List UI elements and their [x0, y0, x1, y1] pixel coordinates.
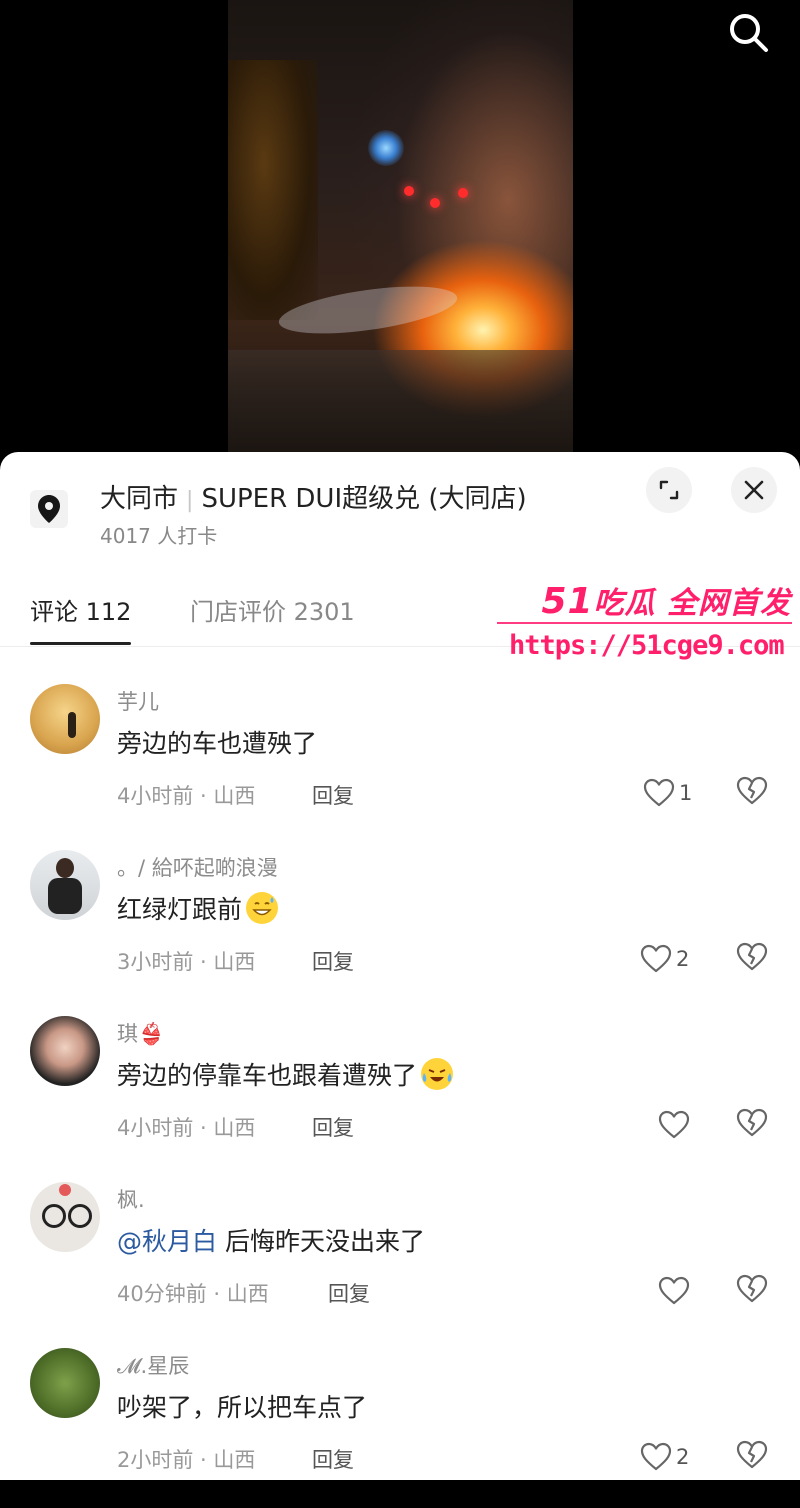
avatar[interactable] [30, 684, 100, 754]
watermark-line [497, 622, 792, 624]
comment-author[interactable]: 枫. [117, 1184, 145, 1214]
search-icon [730, 14, 768, 52]
dislike-button[interactable] [736, 1108, 768, 1140]
reply-button[interactable]: 回复 [312, 946, 354, 976]
like-count: 2 [676, 1445, 690, 1469]
reply-button[interactable]: 回复 [312, 1112, 354, 1142]
comment-author[interactable]: 琪👙 [117, 1018, 164, 1048]
comment-meta: 4小时前 · 山西 [117, 784, 256, 808]
video-trees [228, 60, 318, 320]
comment-text: 旁边的停靠车也跟着遭殃了 [117, 1056, 454, 1092]
heart-icon [658, 1276, 690, 1305]
video-traffic-light [430, 198, 440, 208]
expand-icon [659, 480, 679, 500]
comment-item: 枫. @秋月白 后悔昨天没出来了 40分钟前 · 山西 回复 [0, 1182, 800, 1342]
comment-text: 红绿灯跟前 [117, 890, 279, 926]
like-count: 1 [679, 781, 693, 805]
broken-heart-icon [736, 776, 768, 805]
close-button[interactable] [731, 467, 777, 513]
grin-sweat-emoji [246, 892, 279, 924]
avatar[interactable] [30, 1348, 100, 1418]
video-road [228, 350, 573, 460]
crying-laughing-emoji [421, 1058, 454, 1090]
comment-text: 吵架了，所以把车点了 [117, 1393, 368, 1422]
avatar[interactable] [30, 850, 100, 920]
avatar[interactable] [30, 1016, 100, 1086]
reply-button[interactable]: 回复 [312, 780, 354, 810]
broken-heart-icon [736, 1440, 768, 1469]
heart-icon [658, 1110, 690, 1139]
heart-icon [640, 1442, 672, 1471]
close-icon [744, 480, 764, 500]
comment-item: 𝓜.星辰 吵架了，所以把车点了 2小时前 · 山西 回复 2 [0, 1348, 800, 1508]
broken-heart-icon [736, 1274, 768, 1303]
dislike-button[interactable] [736, 1440, 768, 1472]
avatar[interactable] [30, 1182, 100, 1252]
comment-author[interactable]: 芋儿 [117, 686, 159, 716]
location-icon-box [30, 490, 68, 528]
comment-text: @秋月白 后悔昨天没出来了 [117, 1227, 426, 1256]
video-traffic-light [404, 186, 414, 196]
comment-meta: 4小时前 · 山西 [117, 1116, 256, 1140]
watermark-url: https://51cge9.com [509, 630, 785, 661]
comment-text: 旁边的车也遭殃了 [117, 729, 318, 758]
active-tab-indicator [30, 642, 131, 645]
video-traffic-light [458, 188, 468, 198]
comment-item: 芋儿 旁边的车也遭殃了 4小时前 · 山西 回复 1 [0, 684, 800, 844]
watermark-headline: 51吃瓜 全网首发 [541, 581, 791, 622]
broken-heart-icon [736, 942, 768, 971]
like-button[interactable]: 1 [643, 776, 692, 810]
heart-icon [640, 944, 672, 973]
like-button[interactable] [658, 1274, 690, 1308]
location-store: SUPER DUI超级兑 (大同店) [201, 484, 527, 514]
mention-link[interactable]: @秋月白 [117, 1227, 217, 1256]
tab-comments[interactable]: 评论 112 [30, 592, 131, 627]
like-button[interactable]: 2 [640, 942, 689, 976]
comment-meta: 3小时前 · 山西 [117, 950, 256, 974]
comment-author[interactable]: 。/ 給吥起啲浪漫 [117, 852, 278, 882]
expand-button[interactable] [646, 467, 692, 513]
title-separator: | [186, 488, 194, 513]
dislike-button[interactable] [736, 776, 768, 808]
video-frame [228, 0, 573, 460]
video-blue-light [368, 130, 404, 166]
like-count: 2 [676, 947, 690, 971]
checkin-count: 4017 人打卡 [100, 524, 218, 548]
tab-store-reviews[interactable]: 门店评价 2301 [190, 592, 355, 627]
search-button[interactable] [726, 10, 770, 54]
like-button[interactable] [658, 1108, 690, 1142]
comment-author[interactable]: 𝓜.星辰 [117, 1350, 189, 1380]
like-button[interactable]: 2 [640, 1440, 689, 1474]
video-player[interactable] [0, 0, 800, 470]
location-pin-icon [38, 495, 60, 523]
location-title[interactable]: 大同市 | SUPER DUI超级兑 (大同店) [100, 478, 527, 515]
comment-item: 。/ 給吥起啲浪漫 红绿灯跟前 3小时前 · 山西 回复 2 [0, 850, 800, 1010]
comment-meta: 2小时前 · 山西 [117, 1448, 256, 1472]
broken-heart-icon [736, 1108, 768, 1137]
dislike-button[interactable] [736, 942, 768, 974]
dislike-button[interactable] [736, 1274, 768, 1306]
heart-icon [643, 778, 675, 807]
location-city: 大同市 [100, 484, 179, 514]
reply-button[interactable]: 回复 [312, 1444, 354, 1474]
reply-button[interactable]: 回复 [328, 1278, 370, 1308]
comment-meta: 40分钟前 · 山西 [117, 1282, 269, 1306]
watermark: 51吃瓜 全网首发 https://51cge9.com [497, 578, 797, 668]
comment-item: 琪👙 旁边的停靠车也跟着遭殃了 4小时前 · 山西 回复 [0, 1016, 800, 1176]
